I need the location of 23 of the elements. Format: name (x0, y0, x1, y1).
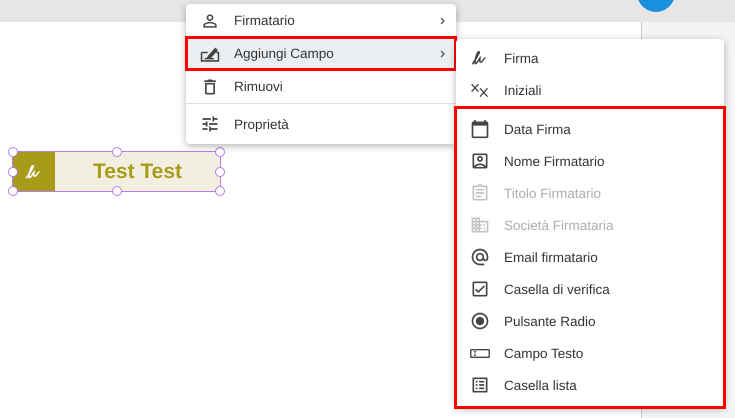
menu-item[interactable]: Iniziali (456, 74, 724, 106)
radio-icon (470, 310, 490, 332)
menu-item[interactable]: Firma (456, 42, 724, 74)
menu-item[interactable]: Rimuovi (186, 70, 456, 103)
menu-item[interactable]: Email firmatario (456, 241, 724, 273)
at-icon (470, 246, 490, 268)
menu-item[interactable]: Firmatario (186, 4, 456, 37)
menu-item[interactable]: Pulsante Radio (456, 305, 724, 337)
menu-item[interactable]: Proprietà (186, 108, 456, 140)
signer-name: Test Test (92, 158, 184, 184)
chevron-icon (440, 16, 446, 24)
resize-handle[interactable] (112, 186, 122, 196)
menu-item[interactable]: Casella di verifica (456, 273, 724, 305)
menu-item[interactable]: Nome Firmatario (456, 145, 724, 177)
text-field-icon (470, 348, 490, 358)
menu-item[interactable]: Aggiungi Campo (186, 37, 456, 70)
initials-icon (470, 81, 490, 99)
resize-handle[interactable] (112, 147, 122, 157)
menu-item[interactable]: Campo Testo (456, 337, 724, 369)
menu-item[interactable]: Casella lista (456, 369, 724, 401)
chevron-icon (440, 50, 446, 58)
calendar-icon (470, 119, 490, 139)
menu-item[interactable]: Data Firma (456, 113, 724, 145)
